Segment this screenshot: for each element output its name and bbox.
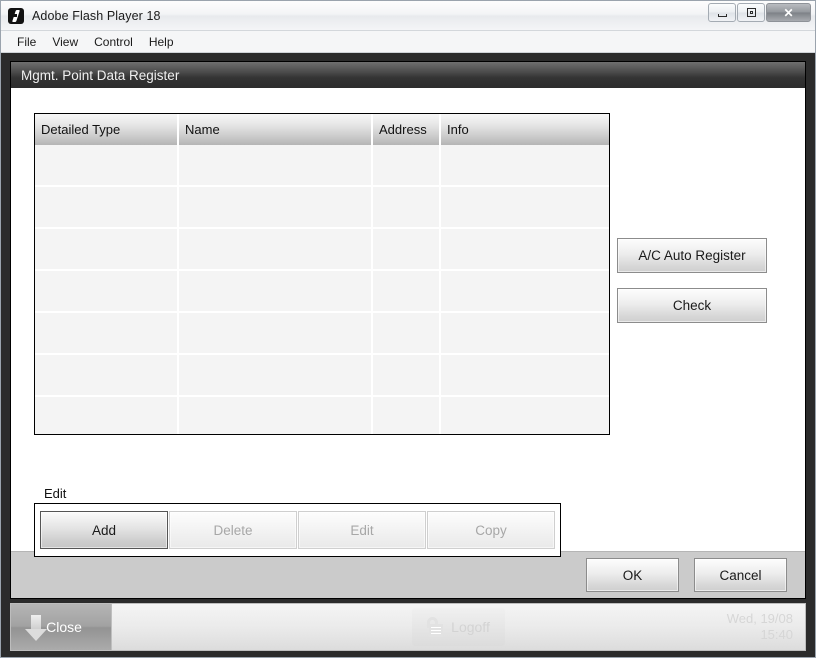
table-cell bbox=[373, 355, 441, 395]
table-cell bbox=[441, 271, 609, 311]
mgmt-point-dialog: Mgmt. Point Data Register Detailed Type … bbox=[10, 61, 806, 599]
add-button[interactable]: Add bbox=[40, 511, 168, 549]
delete-button[interactable]: Delete bbox=[169, 511, 297, 549]
restore-icon bbox=[746, 8, 756, 17]
table-header-row: Detailed Type Name Address Info bbox=[35, 114, 609, 145]
dialog-body: Detailed Type Name Address Info A/C Auto… bbox=[11, 88, 805, 557]
table-row[interactable] bbox=[35, 187, 609, 229]
bottom-taskbar: Close Logoff Wed, 19/08 15:40 bbox=[10, 603, 806, 651]
clock: Wed, 19/08 15:40 bbox=[727, 611, 793, 643]
table-cell bbox=[35, 145, 179, 185]
table-row[interactable] bbox=[35, 271, 609, 313]
menu-item-file[interactable]: File bbox=[9, 33, 44, 51]
restore-button[interactable] bbox=[737, 3, 765, 22]
page-title: Mgmt. Point Data Register bbox=[21, 67, 180, 83]
table-cell bbox=[373, 229, 441, 269]
clock-date: Wed, 19/08 bbox=[726, 611, 793, 626]
table-cell bbox=[179, 397, 373, 434]
table-cell bbox=[179, 145, 373, 185]
table-cell bbox=[373, 187, 441, 227]
table-body bbox=[35, 145, 609, 434]
menu-item-view[interactable]: View bbox=[44, 33, 86, 51]
edit-button[interactable]: Edit bbox=[298, 511, 426, 549]
side-button-group: A/C Auto Register Check bbox=[617, 238, 769, 323]
minimize-icon bbox=[717, 13, 727, 17]
dialog-footer: OK Cancel bbox=[11, 551, 805, 598]
ac-auto-register-button[interactable]: A/C Auto Register bbox=[617, 238, 767, 273]
menu-bar: File View Control Help bbox=[1, 31, 815, 53]
table-cell bbox=[373, 313, 441, 353]
table-cell bbox=[35, 397, 179, 434]
column-header-name[interactable]: Name bbox=[179, 114, 373, 145]
column-header-info[interactable]: Info bbox=[441, 114, 609, 145]
window-title: Adobe Flash Player 18 bbox=[32, 8, 161, 23]
table-cell bbox=[441, 187, 609, 227]
logoff-button-label: Logoff bbox=[451, 619, 490, 635]
table-cell bbox=[441, 145, 609, 185]
table-cell bbox=[179, 271, 373, 311]
application-window: Adobe Flash Player 18 ✕ File View Contro… bbox=[0, 0, 816, 658]
minimize-button[interactable] bbox=[708, 3, 736, 22]
table-cell bbox=[35, 313, 179, 353]
menu-item-control[interactable]: Control bbox=[86, 33, 141, 51]
table-cell bbox=[441, 229, 609, 269]
close-window-button[interactable]: ✕ bbox=[766, 3, 811, 22]
table-cell bbox=[373, 145, 441, 185]
title-bar: Adobe Flash Player 18 ✕ bbox=[1, 1, 815, 31]
edit-button-group: Add Delete Edit Copy bbox=[34, 503, 561, 557]
close-button-label: Close bbox=[46, 619, 82, 635]
dialog-header: Mgmt. Point Data Register bbox=[11, 62, 805, 88]
check-button[interactable]: Check bbox=[617, 288, 767, 323]
table-cell bbox=[441, 397, 609, 434]
logoff-button[interactable]: Logoff bbox=[412, 608, 505, 646]
data-table: Detailed Type Name Address Info bbox=[34, 113, 610, 435]
table-cell bbox=[179, 229, 373, 269]
window-controls: ✕ bbox=[707, 3, 811, 22]
ok-button[interactable]: OK bbox=[586, 558, 679, 592]
table-cell bbox=[179, 355, 373, 395]
cancel-button[interactable]: Cancel bbox=[694, 558, 787, 592]
copy-button[interactable]: Copy bbox=[427, 511, 555, 549]
table-cell bbox=[35, 187, 179, 227]
table-cell bbox=[179, 313, 373, 353]
flash-icon bbox=[8, 7, 24, 24]
table-cell bbox=[373, 397, 441, 434]
column-header-address[interactable]: Address bbox=[373, 114, 441, 145]
table-row[interactable] bbox=[35, 355, 609, 397]
edit-section-label: Edit bbox=[44, 486, 67, 501]
table-cell bbox=[35, 355, 179, 395]
table-cell bbox=[179, 187, 373, 227]
flash-stage: Mgmt. Point Data Register Detailed Type … bbox=[1, 53, 815, 657]
taskbar-center: Logoff Wed, 19/08 15:40 bbox=[112, 604, 805, 650]
close-icon: ✕ bbox=[783, 5, 794, 20]
clock-time: 15:40 bbox=[760, 627, 793, 642]
close-button[interactable]: Close bbox=[11, 604, 112, 650]
column-header-detailed-type[interactable]: Detailed Type bbox=[35, 114, 179, 145]
table-row[interactable] bbox=[35, 313, 609, 355]
table-row[interactable] bbox=[35, 145, 609, 187]
table-cell bbox=[35, 271, 179, 311]
unlocked-padlock-icon bbox=[427, 617, 444, 637]
menu-item-help[interactable]: Help bbox=[141, 33, 182, 51]
table-cell bbox=[441, 355, 609, 395]
table-row[interactable] bbox=[35, 397, 609, 434]
table-cell bbox=[373, 271, 441, 311]
table-cell bbox=[35, 229, 179, 269]
table-row[interactable] bbox=[35, 229, 609, 271]
table-cell bbox=[441, 313, 609, 353]
